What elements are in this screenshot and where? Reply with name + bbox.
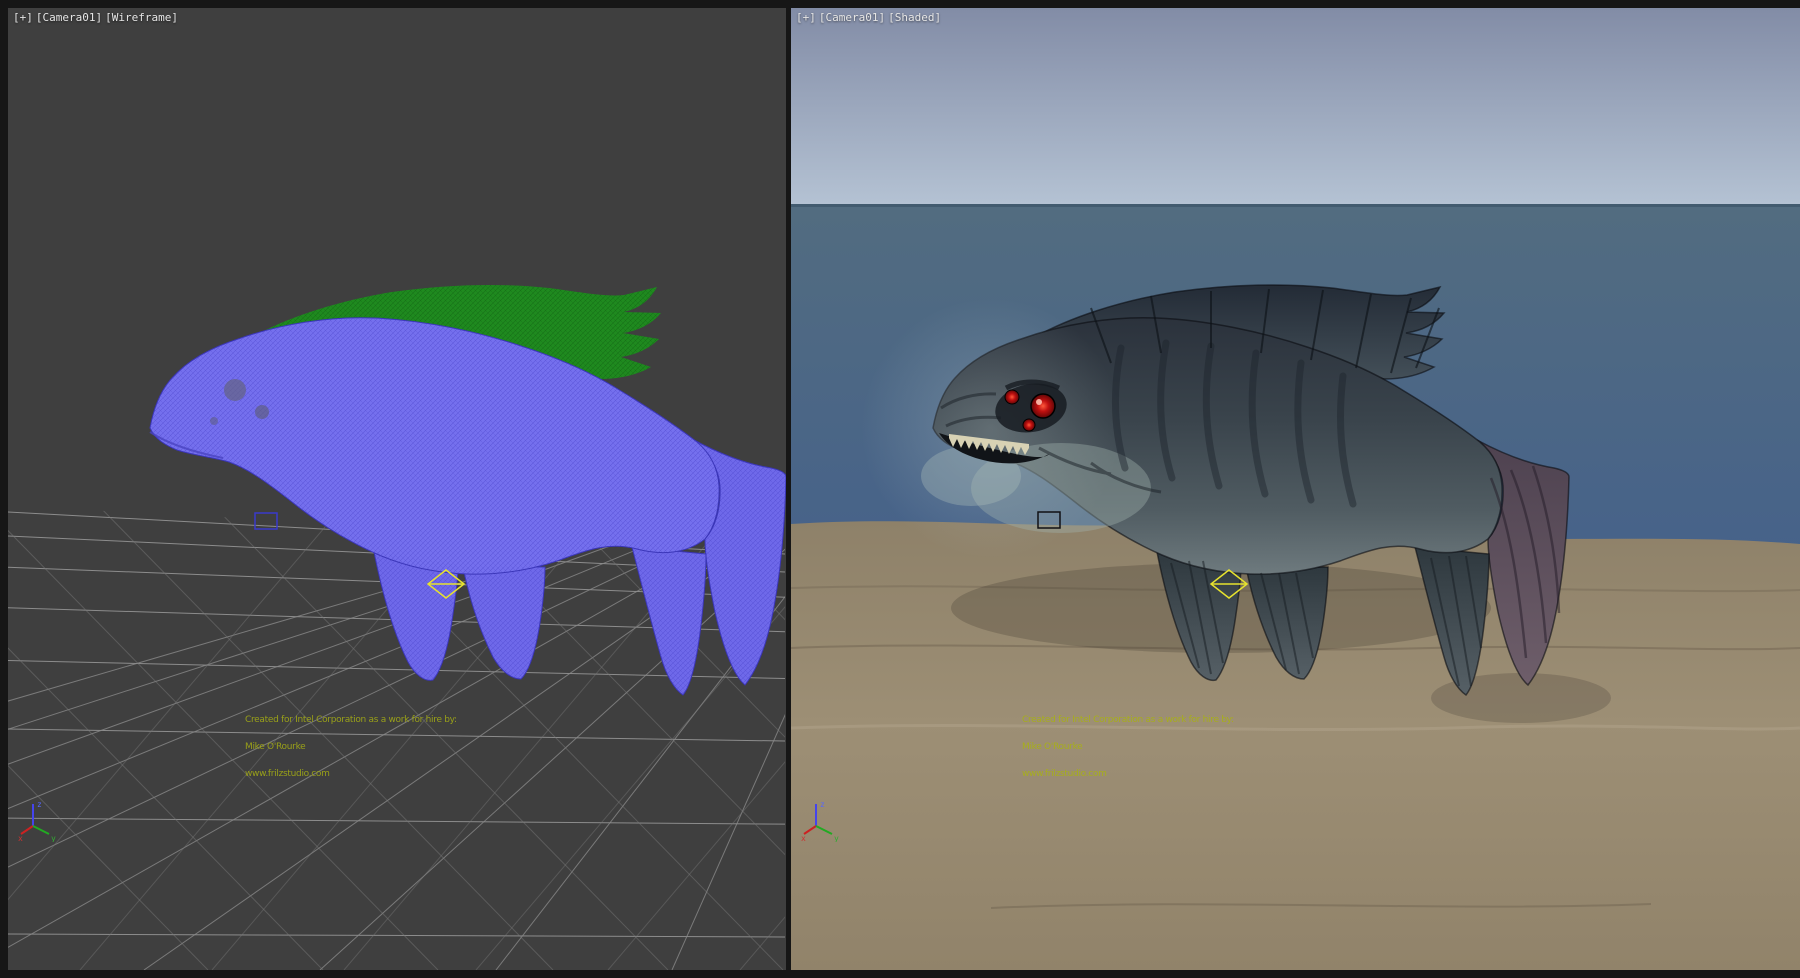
- axis-y-label: y: [51, 834, 56, 842]
- watermark-line2: Mike O'Rourke: [245, 743, 457, 752]
- watermark-line1: Created for Intel Corporation as a work …: [1022, 716, 1234, 725]
- horizon-line: [791, 204, 1800, 207]
- axis-z-label: z: [37, 800, 42, 809]
- world-axis-tripod: z x y: [801, 796, 845, 842]
- viewport-menu-general[interactable]: [+]: [13, 11, 33, 24]
- watermark-line1: Created for Intel Corporation as a work …: [245, 716, 457, 725]
- shaded-canvas[interactable]: [791, 8, 1800, 970]
- viewport-label: [+] [Camera01] [Wireframe]: [13, 11, 178, 24]
- axis-x-label: x: [801, 834, 806, 842]
- viewport-wireframe[interactable]: [+] [Camera01] [Wireframe] Created for I…: [8, 8, 786, 970]
- watermark-line3: www.frilzstudio.com: [1022, 770, 1234, 779]
- sky: [791, 8, 1800, 208]
- axis-z-label: z: [820, 800, 825, 809]
- wireframe-canvas[interactable]: [8, 8, 786, 970]
- scene-watermark: Created for Intel Corporation as a work …: [1022, 698, 1234, 797]
- watermark-line3: www.frilzstudio.com: [245, 770, 457, 779]
- viewport-menu-pov[interactable]: [Camera01]: [36, 11, 102, 24]
- max-viewport-layout: [+] [Camera01] [Wireframe] Created for I…: [0, 0, 1800, 978]
- viewport-menu-pov[interactable]: [Camera01]: [819, 11, 885, 24]
- viewport-menu-shading[interactable]: [Shaded]: [888, 11, 941, 24]
- viewport-shaded[interactable]: [+] [Camera01] [Shaded] Created for Inte…: [791, 8, 1800, 970]
- viewport-menu-shading[interactable]: [Wireframe]: [105, 11, 178, 24]
- axis-x-label: x: [18, 834, 23, 842]
- world-axis-tripod: z x y: [18, 796, 62, 842]
- scene-watermark: Created for Intel Corporation as a work …: [245, 698, 457, 797]
- viewport-menu-general[interactable]: [+]: [796, 11, 816, 24]
- watermark-line2: Mike O'Rourke: [1022, 743, 1234, 752]
- axis-y-label: y: [834, 834, 839, 842]
- viewport-label: [+] [Camera01] [Shaded]: [796, 11, 941, 24]
